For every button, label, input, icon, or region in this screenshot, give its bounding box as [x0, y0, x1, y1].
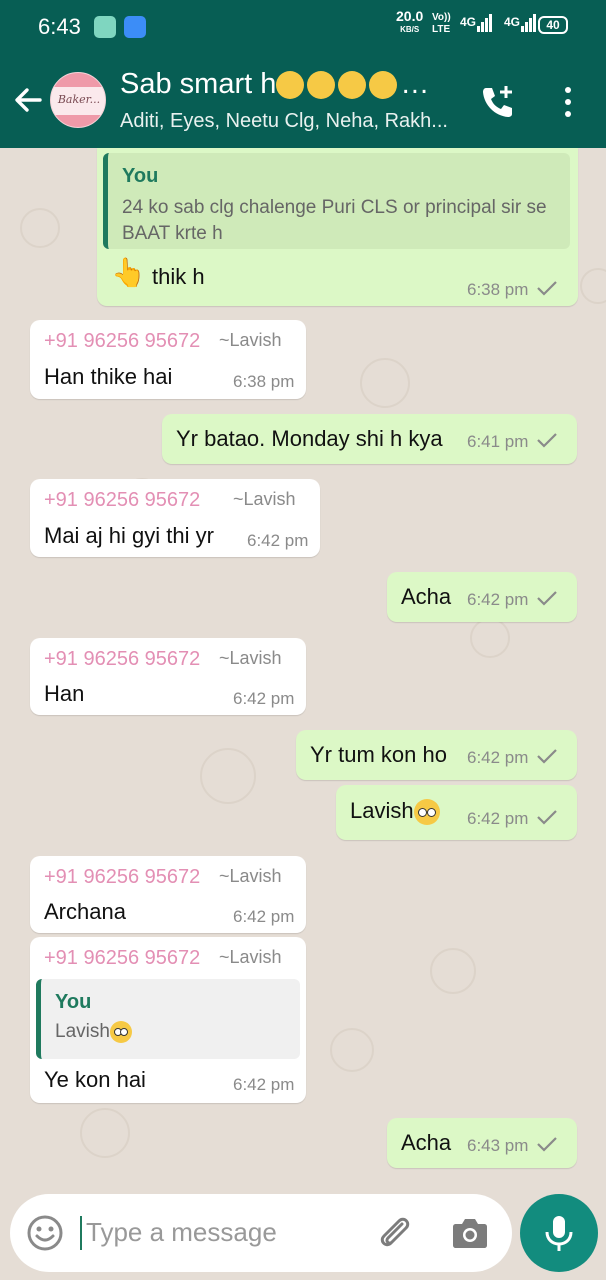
message-time: 6:38 pm [467, 280, 529, 299]
message-time: 6:42 pm [233, 1075, 295, 1094]
quoted-message[interactable]: You 24 ko sab clg chalenge Puri CLS or p… [103, 153, 570, 249]
volte-indicator: Vo)) LTE [432, 12, 451, 35]
message-time: 6:42 pm [467, 809, 529, 828]
message-text: Lavish [350, 798, 440, 826]
message-text: Yr tum kon ho [310, 742, 447, 767]
message-time: 6:41 pm [467, 432, 529, 451]
quoted-author: You [55, 991, 92, 1013]
smirk-emoji [369, 71, 398, 100]
sender-phone[interactable]: +91 96256 95672 [44, 330, 200, 353]
message-bubble-outgoing[interactable]: Acha 6:42 pm [387, 572, 577, 622]
pointing-up-emoji: 👆 [111, 257, 146, 288]
message-text: Han thike hai [44, 364, 173, 389]
message-text: thik h [152, 264, 205, 289]
message-time: 6:42 pm [467, 590, 529, 609]
message-input[interactable] [86, 1212, 366, 1252]
battery-indicator: 40 [538, 16, 568, 34]
avatar-logo-text: Baker... [57, 93, 101, 106]
message-time: 6:43 pm [467, 1136, 529, 1155]
chat-header: Baker... Sab smart h… Aditi, Eyes, Neetu… [0, 54, 606, 148]
check-icon [537, 281, 557, 296]
message-text: Acha [401, 1130, 452, 1155]
message-bubble-incoming[interactable]: +91 96256 95672 ~Lavish Mai aj hi gyi th… [30, 479, 320, 557]
message-bubble-outgoing[interactable]: Acha 6:43 pm [387, 1118, 577, 1168]
message-bubble-incoming[interactable]: +91 96256 95672 ~Lavish Archana 6:42 pm [30, 856, 306, 933]
message-time: 6:42 pm [233, 907, 295, 926]
hugging-emoji [307, 71, 336, 100]
status-bar: 6:43 20.0 KB/S Vo)) LTE 4G 4G 40 [0, 0, 606, 54]
check-icon [537, 749, 557, 764]
check-icon [537, 433, 557, 448]
message-bubble-outgoing[interactable]: Yr batao. Monday shi h kya 6:41 pm [162, 414, 577, 464]
android-notification-icon [124, 16, 146, 38]
quoted-text: 24 ko sab clg chalenge Puri CLS or princ… [122, 197, 547, 244]
mic-button[interactable] [520, 1194, 598, 1272]
quoted-message[interactable]: You Lavish [36, 979, 300, 1059]
message-text: Ye kon hai [44, 1067, 146, 1092]
smirk-emoji [338, 71, 367, 100]
status-time: 6:43 [38, 14, 81, 39]
chat-area[interactable]: You 24 ko sab clg chalenge Puri CLS or p… [0, 148, 606, 1280]
message-time: 6:42 pm [247, 531, 309, 550]
emoji-icon[interactable] [26, 1214, 64, 1252]
sender-alias: ~Lavish [219, 648, 282, 668]
more-vertical-icon[interactable] [556, 84, 580, 120]
eye-roll-emoji [109, 1020, 132, 1043]
message-time: 6:38 pm [233, 372, 295, 391]
sender-phone[interactable]: +91 96256 95672 [44, 866, 200, 889]
sender-alias: ~Lavish [219, 947, 282, 967]
message-text: Yr batao. Monday shi h kya [176, 426, 443, 451]
message-composer [10, 1194, 512, 1272]
network-speed: 20.0 KB/S [396, 8, 424, 34]
quoted-author: You [122, 165, 159, 187]
add-call-icon[interactable] [478, 82, 518, 122]
group-members[interactable]: Aditi, Eyes, Neetu Clg, Neha, Rakh... [120, 110, 460, 133]
paperclip-icon[interactable] [374, 1212, 414, 1252]
sender-phone[interactable]: +91 96256 95672 [44, 648, 200, 671]
group-title[interactable]: Sab smart h… [120, 68, 460, 101]
message-text: Mai aj hi gyi thi yr [44, 523, 214, 548]
arrow-back-icon[interactable] [12, 84, 44, 116]
text-caret [80, 1216, 82, 1250]
message-bubble-incoming[interactable]: +91 96256 95672 ~Lavish You Lavish Ye ko… [30, 937, 306, 1103]
camera-icon[interactable] [450, 1214, 490, 1252]
sender-alias: ~Lavish [233, 489, 296, 509]
message-bubble-incoming[interactable]: +91 96256 95672 ~Lavish Han thike hai 6:… [30, 320, 306, 399]
eye-roll-emoji [413, 799, 440, 826]
sender-alias: ~Lavish [219, 866, 282, 886]
message-bubble-outgoing[interactable]: You 24 ko sab clg chalenge Puri CLS or p… [97, 148, 578, 306]
message-bubble-outgoing[interactable]: Yr tum kon ho 6:42 pm [296, 730, 577, 780]
message-text: Acha [401, 584, 452, 609]
message-text: Han [44, 681, 85, 706]
signal-icon-2: 4G [504, 14, 537, 32]
message-text: Archana [44, 899, 126, 924]
sender-phone[interactable]: +91 96256 95672 [44, 947, 200, 970]
check-icon [537, 810, 557, 825]
quoted-text: Lavish [55, 1019, 132, 1045]
signal-icon-1: 4G [460, 14, 493, 32]
message-bubble-outgoing[interactable]: Lavish 6:42 pm [336, 785, 577, 840]
mic-icon [545, 1216, 573, 1251]
message-time: 6:42 pm [467, 748, 529, 767]
message-time: 6:42 pm [233, 689, 295, 708]
message-bubble-incoming[interactable]: +91 96256 95672 ~Lavish Han 6:42 pm [30, 638, 306, 715]
sender-phone[interactable]: +91 96256 95672 [44, 489, 200, 512]
group-avatar[interactable]: Baker... [50, 72, 106, 128]
check-icon [537, 1137, 557, 1152]
check-icon [537, 591, 557, 606]
hugging-emoji [276, 71, 305, 100]
sender-alias: ~Lavish [219, 330, 282, 350]
phone-notification-icon [94, 16, 116, 38]
